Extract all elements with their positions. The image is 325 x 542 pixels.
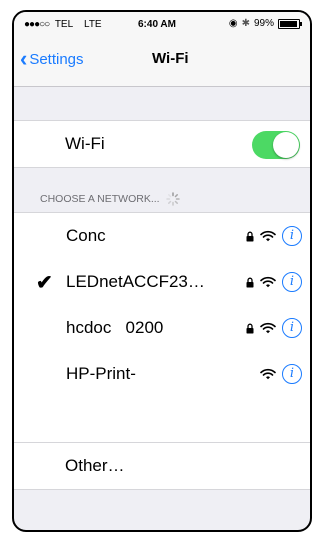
phone-frame: ●●●○○ TEL LTE 6:40 AM ◉ ✱ 99% ‹ Settings… (12, 10, 312, 532)
lock-icon (246, 231, 254, 241)
network-list: Conc i ✔ LEDnetACCF23… i hcdoc 0200 i HP… (14, 212, 310, 443)
battery-percent: 99% (253, 18, 274, 29)
other-label: Other… (65, 456, 125, 475)
signal-strength-icon: ●●●○○ (24, 19, 50, 30)
wifi-label: Wi-Fi (65, 134, 105, 153)
network-name: LEDnetACCF23… (66, 272, 205, 291)
networks-header-label: CHOOSE A NETWORK... (40, 193, 160, 205)
networks-section-header: CHOOSE A NETWORK... (40, 192, 180, 206)
wifi-signal-icon (260, 230, 276, 242)
carrier-name: TEL (54, 19, 74, 30)
other-network-row[interactable]: Other… (14, 442, 310, 490)
status-right: ◉ ✱ 99% (228, 18, 302, 29)
wifi-toggle[interactable] (252, 131, 300, 159)
lock-icon (246, 277, 254, 287)
page-title: Wi-Fi (152, 50, 189, 67)
wifi-toggle-row: Wi-Fi (14, 120, 310, 168)
checkmark-icon: ✔ (36, 271, 53, 294)
network-icons: i (260, 364, 302, 384)
wifi-signal-icon (260, 322, 276, 334)
info-icon[interactable]: i (282, 318, 302, 338)
wifi-signal-icon (260, 368, 276, 380)
status-bar: ●●●○○ TEL LTE 6:40 AM ◉ ✱ 99% (14, 12, 310, 36)
info-icon[interactable]: i (282, 272, 302, 292)
back-button[interactable]: ‹ Settings (20, 48, 84, 70)
network-type: LTE (84, 19, 102, 30)
battery-icon (278, 18, 302, 29)
network-icons: i (246, 226, 302, 246)
status-time: 6:40 AM (138, 19, 176, 30)
info-icon[interactable]: i (282, 226, 302, 246)
network-name: Conc (66, 226, 106, 245)
network-row-conc[interactable]: Conc i (14, 213, 310, 259)
lock-icon (246, 323, 254, 333)
back-label: Settings (29, 50, 84, 68)
network-icons: i (246, 318, 302, 338)
network-icons: i (246, 272, 302, 292)
chevron-left-icon: ‹ (20, 46, 28, 71)
info-icon[interactable]: i (282, 364, 302, 384)
network-row-lednet[interactable]: ✔ LEDnetACCF23… i (14, 259, 310, 305)
bluetooth-icon: ✱ (241, 18, 250, 29)
carrier: ●●●○○ TEL (24, 19, 73, 30)
network-row-hcdoc[interactable]: hcdoc 0200 i (14, 305, 310, 351)
wifi-signal-icon (260, 276, 276, 288)
toggle-knob (273, 132, 299, 158)
network-name: HP-Print- (66, 364, 136, 383)
network-row-hp-print[interactable]: HP-Print- i (14, 351, 310, 397)
orientation-lock-icon: ◉ (228, 18, 238, 29)
loading-spinner-icon (165, 192, 180, 206)
nav-bar: ‹ Settings Wi-Fi (14, 36, 310, 87)
network-name: hcdoc 0200 (66, 318, 164, 337)
